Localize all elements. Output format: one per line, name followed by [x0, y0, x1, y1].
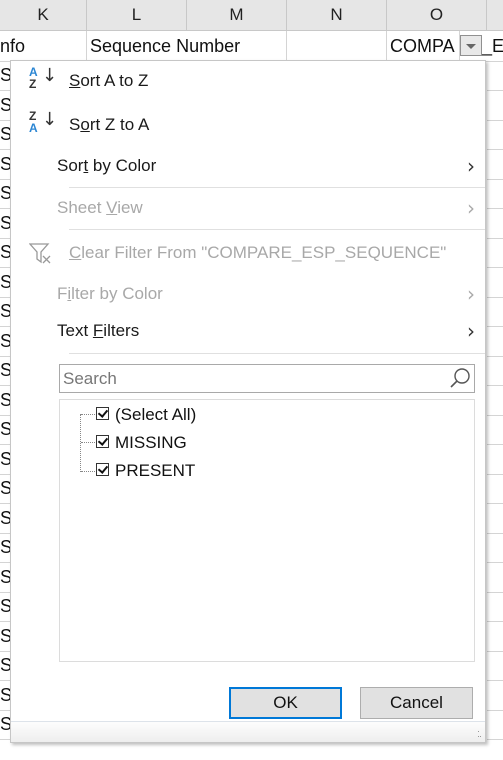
cell-o-overflow: _E — [482, 36, 503, 56]
cell-fragment[interactable] — [487, 563, 503, 593]
cell-fragment[interactable] — [487, 651, 503, 681]
column-header-n[interactable]: N — [287, 0, 387, 30]
cell-fragment[interactable] — [487, 238, 503, 268]
cell-fragment[interactable]: S — [0, 386, 10, 416]
cell-fragment[interactable]: S — [0, 356, 10, 386]
cell-fragment[interactable]: S — [0, 61, 10, 91]
cell-fragment[interactable] — [487, 710, 503, 740]
value-missing[interactable]: MISSING — [96, 430, 187, 456]
chevron-right-icon: › — [467, 196, 475, 220]
cell-fragment[interactable] — [487, 533, 503, 563]
cell-fragment[interactable]: S — [0, 533, 10, 563]
chevron-right-icon: › — [467, 319, 475, 343]
search-icon — [449, 367, 471, 389]
chevron-right-icon: › — [467, 282, 475, 306]
autofilter-menu: A Z ↓ Sort A to Z Z A ↓ Sort Z to A Sort by … — [10, 60, 486, 743]
filter-dropdown-button[interactable] — [460, 35, 482, 56]
cell-fragment[interactable]: S — [0, 150, 10, 180]
column-header-m[interactable]: M — [187, 0, 287, 30]
cell-fragment[interactable] — [487, 209, 503, 239]
sort-z-to-a-item[interactable]: Z A ↓ Sort Z to A — [11, 105, 485, 145]
filter-values-list: (Select All) MISSING PRESENT — [59, 399, 475, 662]
cell-fragment[interactable] — [487, 179, 503, 209]
checkbox-checked[interactable] — [96, 407, 109, 421]
cell-fragment[interactable] — [487, 268, 503, 298]
cell-fragment[interactable]: S — [0, 120, 10, 150]
cell-fragment[interactable]: S — [0, 297, 10, 327]
sort-ascending-icon: A Z ↓ — [29, 65, 58, 91]
checkbox-checked[interactable] — [96, 435, 109, 449]
cell-l-header[interactable]: Sequence Number — [87, 31, 287, 61]
cell-fragment[interactable]: S — [0, 681, 10, 711]
cell-fragment[interactable] — [487, 150, 503, 180]
cell-o-header[interactable]: COMPA — [387, 31, 460, 61]
sheet-view-item[interactable]: Sheet View › — [11, 188, 485, 228]
cell-n-header[interactable] — [287, 31, 387, 61]
cell-fragment[interactable] — [487, 297, 503, 327]
cell-fragment[interactable]: S — [0, 622, 10, 652]
tree-lines — [80, 414, 96, 472]
cell-fragment[interactable] — [487, 91, 503, 121]
cell-fragment[interactable] — [487, 681, 503, 711]
cell-fragment[interactable] — [487, 504, 503, 534]
cell-fragment[interactable] — [487, 327, 503, 357]
value-select-all[interactable]: (Select All) — [96, 402, 196, 428]
cell-fragment[interactable]: S — [0, 415, 10, 445]
cancel-button[interactable]: Cancel — [360, 687, 473, 719]
cell-fragment[interactable]: S — [0, 209, 10, 239]
cell-fragment[interactable]: S — [0, 504, 10, 534]
cell-fragment[interactable]: S — [0, 445, 10, 475]
cell-fragment[interactable]: S — [0, 563, 10, 593]
cell-fragment[interactable] — [487, 622, 503, 652]
cell-fragment[interactable]: S — [0, 91, 10, 121]
column-header-k[interactable]: K — [0, 0, 87, 30]
ok-button[interactable]: OK — [229, 687, 342, 719]
cell-fragment[interactable] — [487, 474, 503, 504]
value-present[interactable]: PRESENT — [96, 458, 195, 484]
checkbox-checked[interactable] — [96, 463, 109, 477]
resize-grip-icon[interactable]: · ·· — [477, 727, 482, 741]
cell-fragment[interactable]: S — [0, 268, 10, 298]
text-filters-item[interactable]: Text Filters › — [11, 311, 485, 351]
sort-a-to-z-item[interactable]: A Z ↓ Sort A to Z — [11, 61, 485, 101]
filter-by-color-item[interactable]: Filter by Color › — [11, 274, 485, 314]
cell-fragment[interactable]: S — [0, 179, 10, 209]
cell-fragment[interactable]: S — [0, 710, 10, 740]
cell-fragment[interactable]: S — [0, 238, 10, 268]
cell-fragment[interactable] — [487, 356, 503, 386]
cell-fragment[interactable] — [487, 386, 503, 416]
column-headers: K L M N O — [0, 0, 503, 31]
sort-descending-icon: Z A ↓ — [29, 109, 58, 135]
cell-fragment[interactable] — [487, 592, 503, 622]
cell-fragment[interactable]: S — [0, 474, 10, 504]
sort-by-color-item[interactable]: Sort by Color › — [11, 146, 485, 186]
column-header-l[interactable]: L — [87, 0, 187, 30]
cell-k-header[interactable]: nfo — [0, 31, 87, 61]
cell-fragment[interactable] — [487, 445, 503, 475]
cell-fragment[interactable]: S — [0, 651, 10, 681]
cell-fragment[interactable]: S — [0, 592, 10, 622]
cell-fragment[interactable]: S — [0, 327, 10, 357]
clear-filter-item[interactable]: Clear Filter From "COMPARE_ESP_SEQUENCE" — [11, 233, 485, 273]
header-row: nfo Sequence Number COMPA _E — [0, 31, 503, 62]
cell-fragment[interactable] — [487, 61, 503, 91]
column-header-o[interactable]: O — [387, 0, 487, 30]
separator — [69, 229, 485, 230]
cell-fragment[interactable] — [487, 120, 503, 150]
search-input[interactable]: Search — [59, 364, 475, 393]
chevron-right-icon: › — [467, 154, 475, 178]
clear-filter-icon — [28, 241, 55, 265]
separator — [69, 353, 485, 354]
cell-fragment[interactable] — [487, 415, 503, 445]
menu-footer: · ·· — [11, 721, 485, 742]
column-header-p[interactable] — [487, 0, 503, 30]
